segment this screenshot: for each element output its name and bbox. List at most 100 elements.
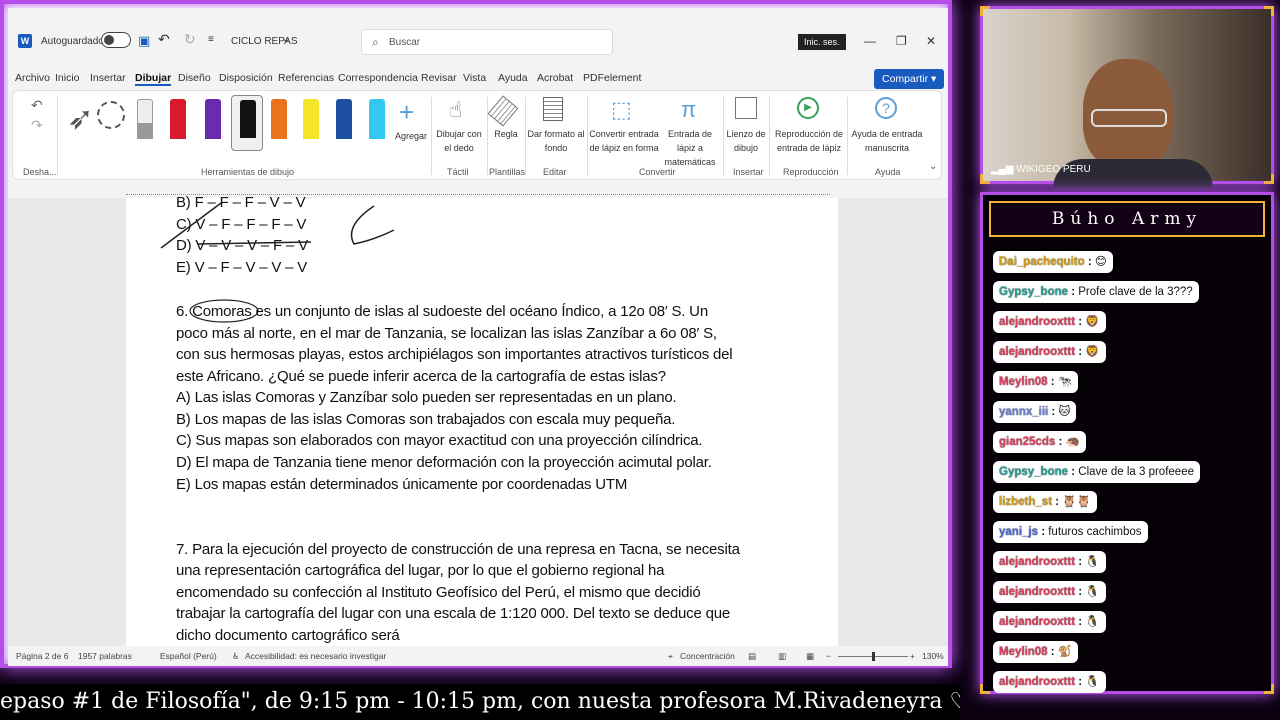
signin-button[interactable]: Inic. ses. (798, 34, 846, 50)
pen-blue-icon[interactable] (336, 99, 352, 139)
chevron-down-icon[interactable]: ⌄ (282, 34, 290, 45)
chat-username: Gypsy_bone (999, 466, 1069, 478)
group-convert: Convertir (639, 167, 676, 177)
draw-touch-icon[interactable]: ☝ (449, 97, 462, 123)
tab-revisar[interactable]: Revisar (421, 72, 457, 84)
ink-replay-icon[interactable]: ▶ (797, 97, 819, 119)
ruler-label[interactable]: Regla (491, 127, 521, 141)
background-format-icon[interactable] (543, 97, 563, 121)
chat-username: alejandrooxttt (999, 586, 1076, 598)
horizontal-ruler[interactable] (8, 184, 948, 198)
ink-to-shape-icon[interactable]: ⬚ (611, 97, 632, 123)
ink-to-math-icon[interactable]: π (681, 97, 696, 123)
tab-ayuda[interactable]: Ayuda (498, 72, 528, 84)
q6-option-e: E) Los mapas están determinados únicamen… (176, 476, 628, 493)
undo-icon[interactable]: ↶ (158, 31, 170, 48)
chat-separator: : (1075, 616, 1086, 628)
ink-to-math-label[interactable]: Entrada de lápiz a matemáticas (659, 127, 721, 169)
undo-ribbon-icon[interactable]: ↶ (31, 97, 43, 114)
chat-username: alejandrooxttt (999, 346, 1076, 358)
document-page[interactable]: B) F – F – F – V – V C) V – F – F – F – … (126, 194, 838, 648)
chat-username: yannx_iii (999, 406, 1049, 418)
focus-mode[interactable]: Concentración (680, 651, 735, 661)
zoom-out-icon[interactable]: − (826, 651, 831, 661)
q7-line-2: una representación cartográfica del luga… (176, 562, 665, 579)
word-count[interactable]: 1957 palabras (78, 651, 132, 661)
pen-red-icon[interactable] (170, 99, 186, 139)
chat-emote-icon: 🦁 (1085, 346, 1100, 358)
background-format-label[interactable]: Dar formato al fondo (527, 127, 585, 155)
ink-replay-label[interactable]: Reproducción de entrada de lápiz (773, 127, 845, 155)
pen-orange-icon[interactable] (271, 99, 287, 139)
tab-disposicion[interactable]: Disposición (219, 72, 273, 84)
chat-message: lizbeth_st : 🦉🦉 (993, 491, 1097, 513)
chat-message: gian25cds : 🦔 (993, 431, 1086, 453)
tab-referencias[interactable]: Referencias (278, 72, 334, 84)
tab-pdfelement[interactable]: PDFelement (583, 72, 641, 84)
tab-insertar[interactable]: Insertar (90, 72, 126, 84)
corner-decoration (1264, 6, 1274, 16)
corner-decoration (1264, 174, 1274, 184)
tab-correspondencia[interactable]: Correspondencia (338, 72, 418, 84)
minimize-icon[interactable]: — (864, 34, 876, 48)
eraser-icon[interactable] (137, 99, 153, 139)
webcam-name: WIKIGEO PERU (1016, 164, 1091, 175)
language[interactable]: Español (Perú) (160, 651, 217, 661)
zoom-in-icon[interactable]: + (910, 651, 915, 661)
read-mode-icon[interactable]: ▤ (748, 651, 756, 662)
select-pointer-icon[interactable]: ➶ (67, 99, 94, 137)
ink-to-shape-label[interactable]: Convertir entrada de lápiz en forma (589, 127, 659, 155)
page-count[interactable]: Página 2 de 6 (16, 651, 68, 661)
word-window-frame: W Autoguardado ▣ ↶ ↻ ≡ CICLO REPAS ⌄ ⌕ B… (0, 0, 952, 668)
zoom-slider[interactable] (838, 652, 908, 661)
chat-separator: : (1075, 346, 1086, 358)
add-pen-icon[interactable]: + (399, 97, 414, 128)
autosave-toggle[interactable] (101, 32, 131, 48)
q7-line-5: dicho documento cartográfico será (176, 627, 400, 644)
chat-username: yani_js (999, 526, 1038, 538)
q6-line-2: poco más al norte, en el mar de Tanzania… (176, 325, 717, 342)
pen-purple-icon[interactable] (205, 99, 221, 139)
customize-qat-icon[interactable]: ≡ (208, 34, 214, 45)
tab-diseno[interactable]: Diseño (178, 72, 211, 84)
zoom-slider-thumb[interactable] (872, 652, 875, 661)
share-button[interactable]: Compartir ▾ (874, 69, 945, 89)
highlighter-cyan-icon[interactable] (369, 99, 385, 139)
tab-vista[interactable]: Vista (463, 72, 486, 84)
separator (431, 97, 432, 175)
chat-separator: : (1075, 556, 1086, 568)
redo-ribbon-icon[interactable]: ↷ (31, 117, 43, 134)
drawing-canvas-icon[interactable] (735, 97, 757, 119)
group-templates: Plantillas (489, 167, 526, 177)
chat-emote-icon: 🐧 (1085, 676, 1100, 688)
close-icon[interactable]: ✕ (926, 34, 936, 48)
q6-option-c: C) Sus mapas son elaborados con mayor ex… (176, 432, 703, 449)
title-bar: W Autoguardado ▣ ↶ ↻ ≡ CICLO REPAS ⌄ ⌕ B… (8, 8, 948, 66)
chat-username: alejandrooxttt (999, 316, 1076, 328)
zoom-level[interactable]: 130% (922, 651, 944, 661)
add-pen-label[interactable]: Agregar (393, 129, 429, 143)
tab-archivo[interactable]: Archivo (15, 72, 50, 84)
accessibility-status[interactable]: Accesibilidad: es necesario investigar (245, 651, 386, 661)
tab-dibujar[interactable]: Dibujar (135, 72, 172, 86)
print-layout-icon[interactable]: ▥ (778, 651, 786, 662)
ink-help-label[interactable]: Ayuda de entrada manuscrita (849, 127, 925, 155)
lasso-select-icon[interactable] (97, 101, 125, 129)
ruler-icon[interactable] (487, 95, 519, 127)
highlighter-yellow-icon[interactable] (303, 99, 319, 139)
pen-black-selected[interactable] (231, 95, 263, 151)
chat-message: alejandrooxttt : 🐧 (993, 581, 1106, 603)
tab-acrobat[interactable]: Acrobat (537, 72, 573, 84)
search-box[interactable]: ⌕ Buscar (361, 29, 613, 55)
redo-icon[interactable]: ↻ (184, 31, 196, 48)
ribbon-collapse-icon[interactable]: ⌄ (929, 161, 937, 172)
ink-help-icon[interactable]: ? (875, 97, 897, 119)
web-layout-icon[interactable]: ▦ (806, 651, 814, 662)
draw-touch-label[interactable]: Dibujar con el dedo (433, 127, 485, 155)
chat-emote-icon: 🐒 (1057, 646, 1073, 658)
restore-icon[interactable]: ❐ (896, 34, 907, 48)
document-area[interactable]: B) F – F – F – V – V C) V – F – F – F – … (8, 194, 948, 648)
drawing-canvas-label[interactable]: Lienzo de dibujo (725, 127, 767, 155)
tab-inicio[interactable]: Inicio (55, 72, 80, 84)
save-icon[interactable]: ▣ (138, 33, 150, 49)
